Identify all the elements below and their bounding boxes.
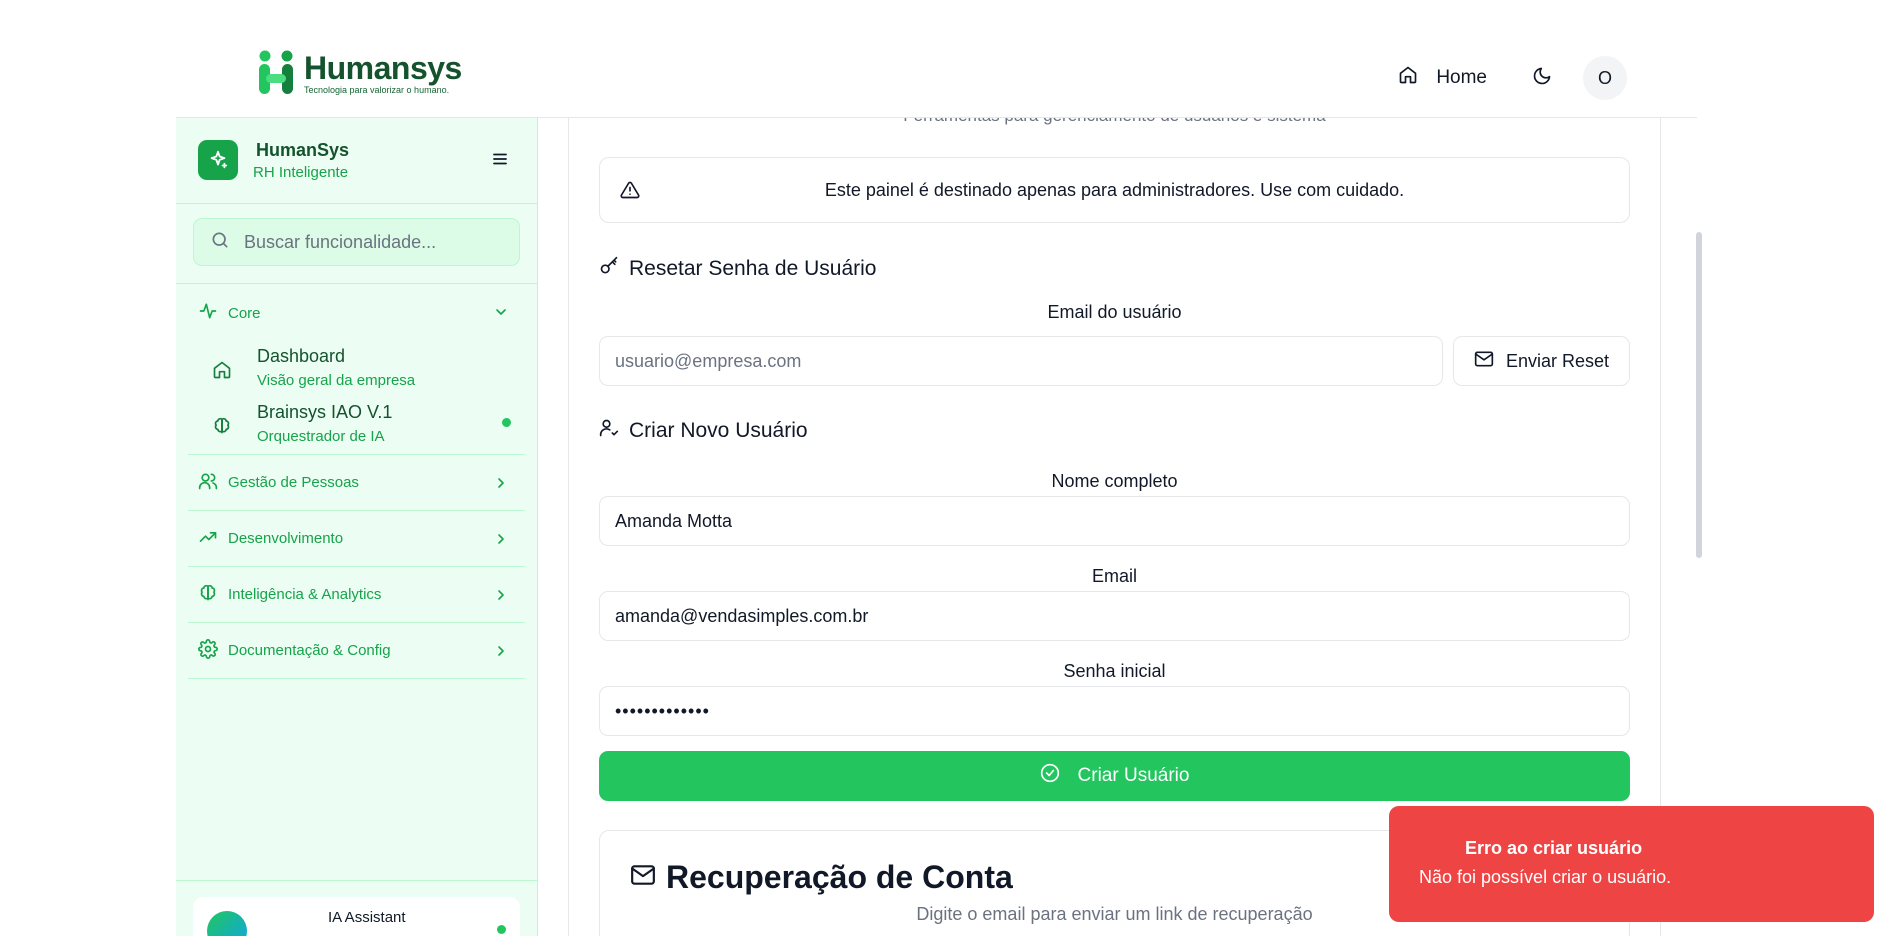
moon-icon: [1532, 66, 1552, 91]
sidebar-group-desenvolvimento-toggle[interactable]: Desenvolvimento: [188, 511, 525, 566]
reset-email-placeholder: usuario@empresa.com: [615, 350, 802, 371]
sidebar-group-gestao-pessoas: Gestão de Pessoas: [188, 455, 525, 511]
sparkles-icon: [198, 140, 238, 180]
main-scrollbar[interactable]: [1696, 232, 1702, 558]
search-icon: [210, 230, 230, 255]
active-status-dot: [502, 418, 511, 427]
create-user-label: Criar Usuário: [1077, 765, 1190, 786]
sidebar-brand-subtitle: RH Inteligente: [253, 164, 349, 181]
full-name-input[interactable]: Amanda Motta: [599, 496, 1630, 546]
sidebar-group-core: Core Dashboard Visão geral da empresa Br…: [188, 284, 525, 455]
error-toast: Erro ao criar usuário Não foi possível c…: [1389, 806, 1874, 922]
online-status-dot: [497, 925, 506, 934]
full-name-value: Amanda Motta: [615, 510, 733, 531]
toast-title: Erro ao criar usuário: [1465, 838, 1643, 858]
sidebar-group-core-toggle[interactable]: Core: [188, 284, 525, 342]
sidebar-group-label: Gestão de Pessoas: [228, 474, 359, 491]
bot-icon: [207, 911, 247, 936]
brain-icon: [198, 583, 218, 607]
user-avatar-button[interactable]: O: [1583, 56, 1627, 100]
ia-assistant-card[interactable]: IA Assistant: [193, 897, 520, 936]
home-label: Home: [1436, 67, 1487, 88]
sidebar-group-inteligencia-toggle[interactable]: Inteligência & Analytics: [188, 567, 525, 622]
reset-email-input[interactable]: usuario@empresa.com: [599, 336, 1443, 386]
email-label: Email: [1091, 566, 1137, 586]
admin-warning-alert: Este painel é destinado apenas para admi…: [599, 157, 1630, 223]
header-actions: Home O: [1398, 56, 1627, 100]
create-user-heading: Criar Novo Usuário: [599, 418, 808, 444]
sidebar-group-documentacao-toggle[interactable]: Documentação & Config: [188, 623, 525, 678]
humansys-logo-icon: [256, 50, 296, 96]
sidebar-item-title: Dashboard: [257, 346, 346, 366]
alert-text: Este painel é destinado apenas para admi…: [824, 179, 1405, 200]
theme-toggle-button[interactable]: [1527, 63, 1557, 93]
initial-password-label: Senha inicial: [1063, 661, 1166, 681]
key-icon: [599, 256, 619, 282]
user-check-icon: [599, 418, 619, 444]
recovery-title: Recuperação de Conta: [666, 859, 1013, 895]
initial-password-input[interactable]: •••••••••••••: [599, 686, 1630, 736]
recovery-heading: Recuperação de Conta: [630, 859, 1013, 896]
section-title: Resetar Senha de Usuário: [629, 257, 877, 280]
sidebar-group-label: Core: [228, 304, 261, 322]
trending-up-icon: [198, 527, 218, 551]
sidebar-item-title: Brainsys IAO V.1: [257, 402, 393, 422]
home-link[interactable]: Home: [1398, 65, 1487, 91]
sidebar-item-dashboard[interactable]: Dashboard Visão geral da empresa: [188, 342, 525, 398]
email-input[interactable]: amanda@vendasimples.com.br: [599, 591, 1630, 641]
sidebar-item-subtitle: Orquestrador de IA: [257, 428, 385, 445]
mail-icon: [630, 859, 656, 896]
chevron-down-icon: [493, 304, 509, 324]
chevron-right-icon: [493, 531, 509, 551]
reset-password-heading: Resetar Senha de Usuário: [599, 256, 876, 282]
logo-title: Humansys: [304, 49, 462, 86]
sidebar-group-label: Inteligência & Analytics: [228, 586, 382, 603]
check-circle-icon: [1040, 763, 1060, 789]
sidebar-header: HumanSys RH Inteligente: [176, 118, 537, 204]
users-icon: [198, 471, 218, 495]
logo-tagline: Tecnologia para valorizar o humano.: [304, 84, 450, 95]
menu-toggle-button[interactable]: [491, 150, 509, 173]
sidebar-group-label: Documentação & Config: [228, 642, 391, 659]
sidebar-group-label: Desenvolvimento: [228, 530, 344, 547]
chevron-right-icon: [493, 643, 509, 663]
sidebar-item-brainsys[interactable]: Brainsys IAO V.1 Orquestrador de IA: [188, 398, 525, 454]
hamburger-icon: [491, 153, 509, 172]
create-user-button[interactable]: Criar Usuário: [599, 751, 1630, 801]
password-value: •••••••••••••: [615, 700, 710, 721]
home-icon: [1398, 65, 1418, 91]
brain-icon: [212, 416, 232, 441]
mail-icon: [1474, 349, 1494, 374]
ia-assistant-label: IA Assistant: [328, 909, 406, 926]
gear-icon: [198, 638, 218, 663]
sidebar-group-desenvolvimento: Desenvolvimento: [188, 511, 525, 567]
home-icon: [212, 360, 232, 385]
top-header: Humansys Tecnologia para valorizar o hum…: [176, 0, 1697, 118]
send-reset-label: Enviar Reset: [1505, 350, 1610, 371]
sidebar-search-section: Buscar funcionalidade...: [176, 204, 537, 284]
sidebar-group-documentacao: Documentação & Config: [188, 623, 525, 679]
reset-email-label: Email do usuário: [1047, 302, 1182, 322]
chevron-right-icon: [493, 475, 509, 495]
app-root: Humansys Tecnologia para valorizar o hum…: [0, 0, 1894, 936]
search-placeholder: Buscar funcionalidade...: [244, 231, 437, 252]
page-subtitle: Ferramentas para gerenciamento de usuári…: [569, 118, 1660, 126]
sidebar-footer: IA Assistant: [176, 880, 537, 936]
logo[interactable]: Humansys Tecnologia para valorizar o hum…: [256, 50, 462, 96]
sidebar-group-inteligencia: Inteligência & Analytics: [188, 567, 525, 623]
warning-triangle-icon: [620, 180, 640, 205]
email-value: amanda@vendasimples.com.br: [615, 605, 869, 626]
sidebar-group-gestao-pessoas-toggle[interactable]: Gestão de Pessoas: [188, 455, 525, 510]
full-name-label: Nome completo: [1051, 471, 1178, 491]
avatar-initial: O: [1597, 67, 1612, 88]
sidebar-search-input[interactable]: Buscar funcionalidade...: [193, 218, 520, 266]
section-title: Criar Novo Usuário: [629, 419, 808, 442]
sidebar-brand-title: HumanSys: [256, 140, 350, 160]
chevron-right-icon: [493, 587, 509, 607]
toast-message: Não foi possível criar o usuário.: [1419, 867, 1672, 887]
sidebar-item-subtitle: Visão geral da empresa: [257, 372, 416, 389]
send-reset-button[interactable]: Enviar Reset: [1453, 336, 1630, 386]
sidebar: HumanSys RH Inteligente Buscar funcional…: [176, 118, 538, 936]
activity-icon: [198, 301, 218, 325]
